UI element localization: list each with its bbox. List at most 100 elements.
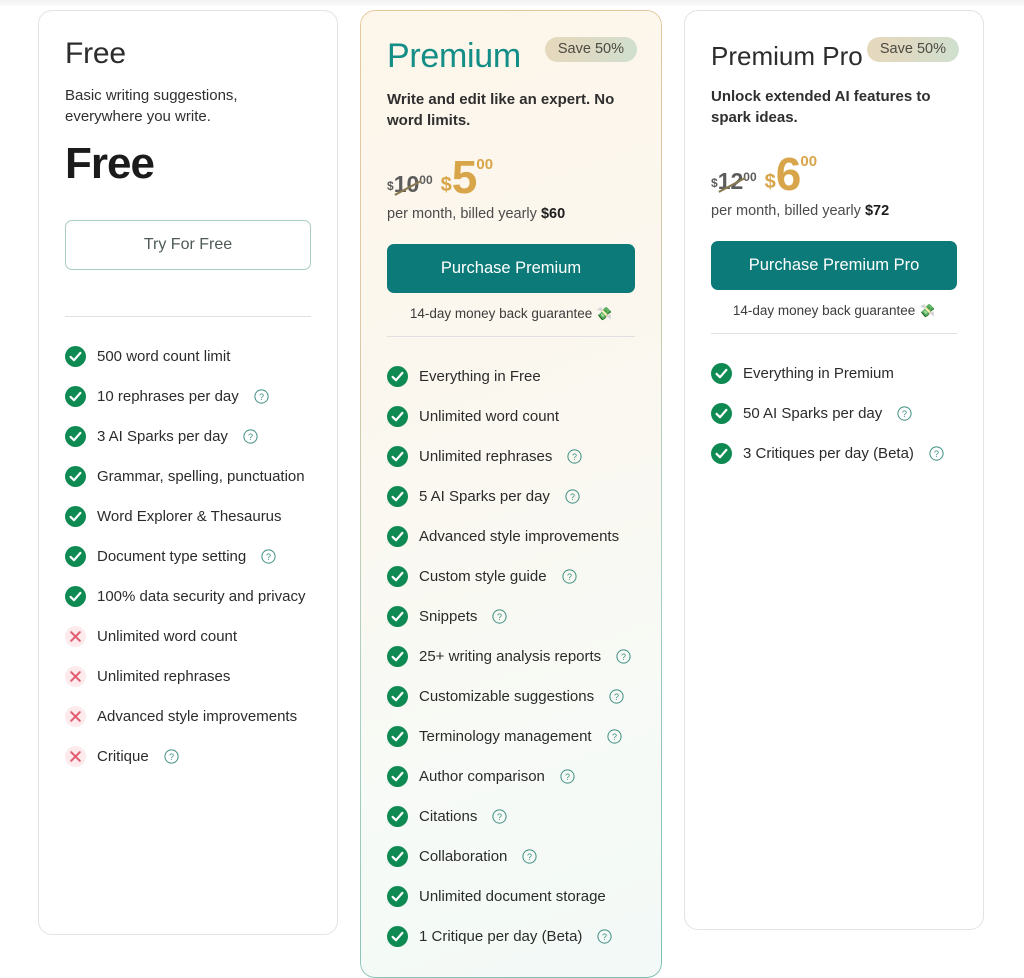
help-circle-icon[interactable]: ? — [929, 446, 944, 461]
feature-item: Collaboration? — [387, 837, 635, 877]
price-cents: 00 — [476, 155, 494, 173]
help-circle-icon[interactable]: ? — [164, 749, 179, 765]
svg-text:?: ? — [567, 572, 572, 582]
help-circle-icon[interactable]: ? — [567, 449, 582, 464]
svg-text:?: ? — [934, 449, 939, 459]
check-circle-icon — [387, 806, 408, 828]
feature-label: Author comparison — [419, 767, 545, 785]
feature-item: Document type setting? — [65, 537, 311, 577]
svg-text:?: ? — [169, 752, 174, 762]
help-circle-icon[interactable]: ? — [254, 389, 269, 405]
help-circle-icon[interactable]: ? — [243, 429, 258, 445]
help-circle-icon[interactable]: ? — [616, 649, 631, 664]
try-for-free-button[interactable]: Try For Free — [65, 219, 311, 270]
feature-item: Everything in Premium — [711, 354, 957, 394]
feature-label: Word Explorer & Thesaurus — [97, 507, 282, 525]
feature-label: 3 Critiques per day (Beta) — [743, 444, 914, 462]
help-circle-icon[interactable]: ? — [606, 729, 622, 744]
feature-label: Unlimited rephrases — [419, 447, 553, 465]
feature-item: 3 AI Sparks per day? — [65, 417, 311, 457]
help-circle-icon[interactable]: ? — [560, 769, 575, 784]
price-cents: 00 — [419, 172, 433, 187]
svg-text:?: ? — [602, 932, 607, 942]
feature-label: Advanced style improvements — [97, 707, 298, 725]
check-circle-icon — [711, 403, 732, 425]
current-price-premium: $5 00 — [441, 154, 493, 200]
check-circle-icon — [387, 606, 408, 628]
feature-item: Word Explorer & Thesaurus — [65, 497, 311, 537]
svg-text:?: ? — [259, 392, 264, 402]
check-circle-icon — [65, 506, 86, 528]
feature-item: Grammar, spelling, punctuation — [65, 457, 311, 497]
check-circle-icon — [387, 886, 408, 908]
purchase-premium-pro-button[interactable]: Purchase Premium Pro — [711, 240, 957, 290]
svg-text:?: ? — [902, 409, 907, 419]
feature-item: 25+ writing analysis reports? — [387, 637, 635, 677]
plan-card-premium-pro: Save 50% Premium Pro Unlock extended AI … — [684, 10, 984, 930]
feature-label: Snippets — [419, 607, 478, 625]
pricing-plans-container: Free Basic writing suggestions, everywhe… — [0, 0, 1024, 977]
feature-label: 25+ writing analysis reports — [419, 647, 602, 665]
feature-item: Author comparison? — [387, 757, 635, 797]
check-circle-icon — [387, 646, 408, 668]
card-divider — [711, 332, 957, 334]
feature-item: Everything in Free — [387, 357, 635, 397]
svg-text:?: ? — [248, 432, 253, 442]
purchase-premium-button[interactable]: Purchase Premium — [387, 243, 635, 293]
feature-list-premium: Everything in Free Unlimited word count Un… — [387, 357, 635, 957]
cross-circle-icon — [65, 626, 86, 648]
price-row-premium-pro: $12 00 $6 00 — [711, 145, 957, 197]
help-circle-icon[interactable]: ? — [597, 929, 613, 944]
svg-text:?: ? — [266, 552, 271, 562]
svg-text:?: ? — [572, 452, 577, 462]
feature-label: 1 Critique per day (Beta) — [419, 927, 583, 945]
feature-item: 5 AI Sparks per day? — [387, 477, 635, 517]
check-circle-icon — [387, 366, 408, 388]
billing-text: per month, billed yearly — [711, 202, 865, 219]
cross-circle-icon — [65, 746, 86, 768]
check-circle-icon — [387, 446, 408, 468]
feature-item: 10 rephrases per day? — [65, 377, 311, 417]
help-circle-icon[interactable]: ? — [897, 406, 912, 421]
help-circle-icon[interactable]: ? — [492, 809, 507, 824]
feature-item: 3 Critiques per day (Beta)? — [711, 434, 957, 474]
check-circle-icon — [711, 443, 732, 465]
check-circle-icon — [65, 546, 86, 568]
check-circle-icon — [387, 686, 408, 708]
help-circle-icon[interactable]: ? — [261, 549, 276, 565]
feature-item: Citations? — [387, 797, 635, 837]
feature-item: 500 word count limit — [65, 337, 311, 377]
help-circle-icon[interactable]: ? — [565, 489, 580, 504]
check-circle-icon — [387, 406, 408, 428]
feature-label: 100% data security and privacy — [97, 587, 306, 605]
guarantee-text: 14-day money back guarantee — [732, 302, 919, 318]
svg-text:?: ? — [621, 652, 626, 662]
plan-title-free: Free — [65, 37, 126, 70]
price-cents: 00 — [800, 152, 818, 170]
feature-label: Advanced style improvements — [419, 527, 620, 545]
feature-label: Critique — [97, 747, 149, 765]
svg-text:?: ? — [612, 732, 617, 742]
billing-note-premium-pro: per month, billed yearly $72 — [711, 203, 957, 219]
feature-label: Unlimited document storage — [419, 887, 606, 905]
feature-label: Unlimited word count — [97, 627, 238, 645]
feature-item: Unlimited word count — [65, 617, 311, 657]
check-circle-icon — [387, 526, 408, 548]
check-circle-icon — [387, 726, 408, 748]
plan-card-free: Free Basic writing suggestions, everywhe… — [38, 10, 338, 935]
save-badge-premium: Save 50% — [544, 37, 637, 62]
feature-label: Grammar, spelling, punctuation — [97, 467, 305, 485]
save-badge-premium-pro: Save 50% — [866, 37, 959, 62]
feature-list-free: 500 word count limit 10 rephrases per day… — [65, 337, 311, 777]
feature-label: Customizable suggestions — [419, 687, 595, 705]
help-circle-icon[interactable]: ? — [492, 609, 507, 624]
check-circle-icon — [65, 426, 86, 448]
price-row-premium: $10 00 $5 00 — [387, 148, 635, 200]
feature-label: 50 AI Sparks per day — [743, 404, 883, 422]
feature-item: Snippets? — [387, 597, 635, 637]
help-circle-icon[interactable]: ? — [522, 849, 537, 864]
help-circle-icon[interactable]: ? — [609, 689, 624, 704]
feature-item: Unlimited document storage — [387, 877, 635, 917]
billing-total: $72 — [864, 202, 890, 219]
help-circle-icon[interactable]: ? — [561, 569, 577, 584]
